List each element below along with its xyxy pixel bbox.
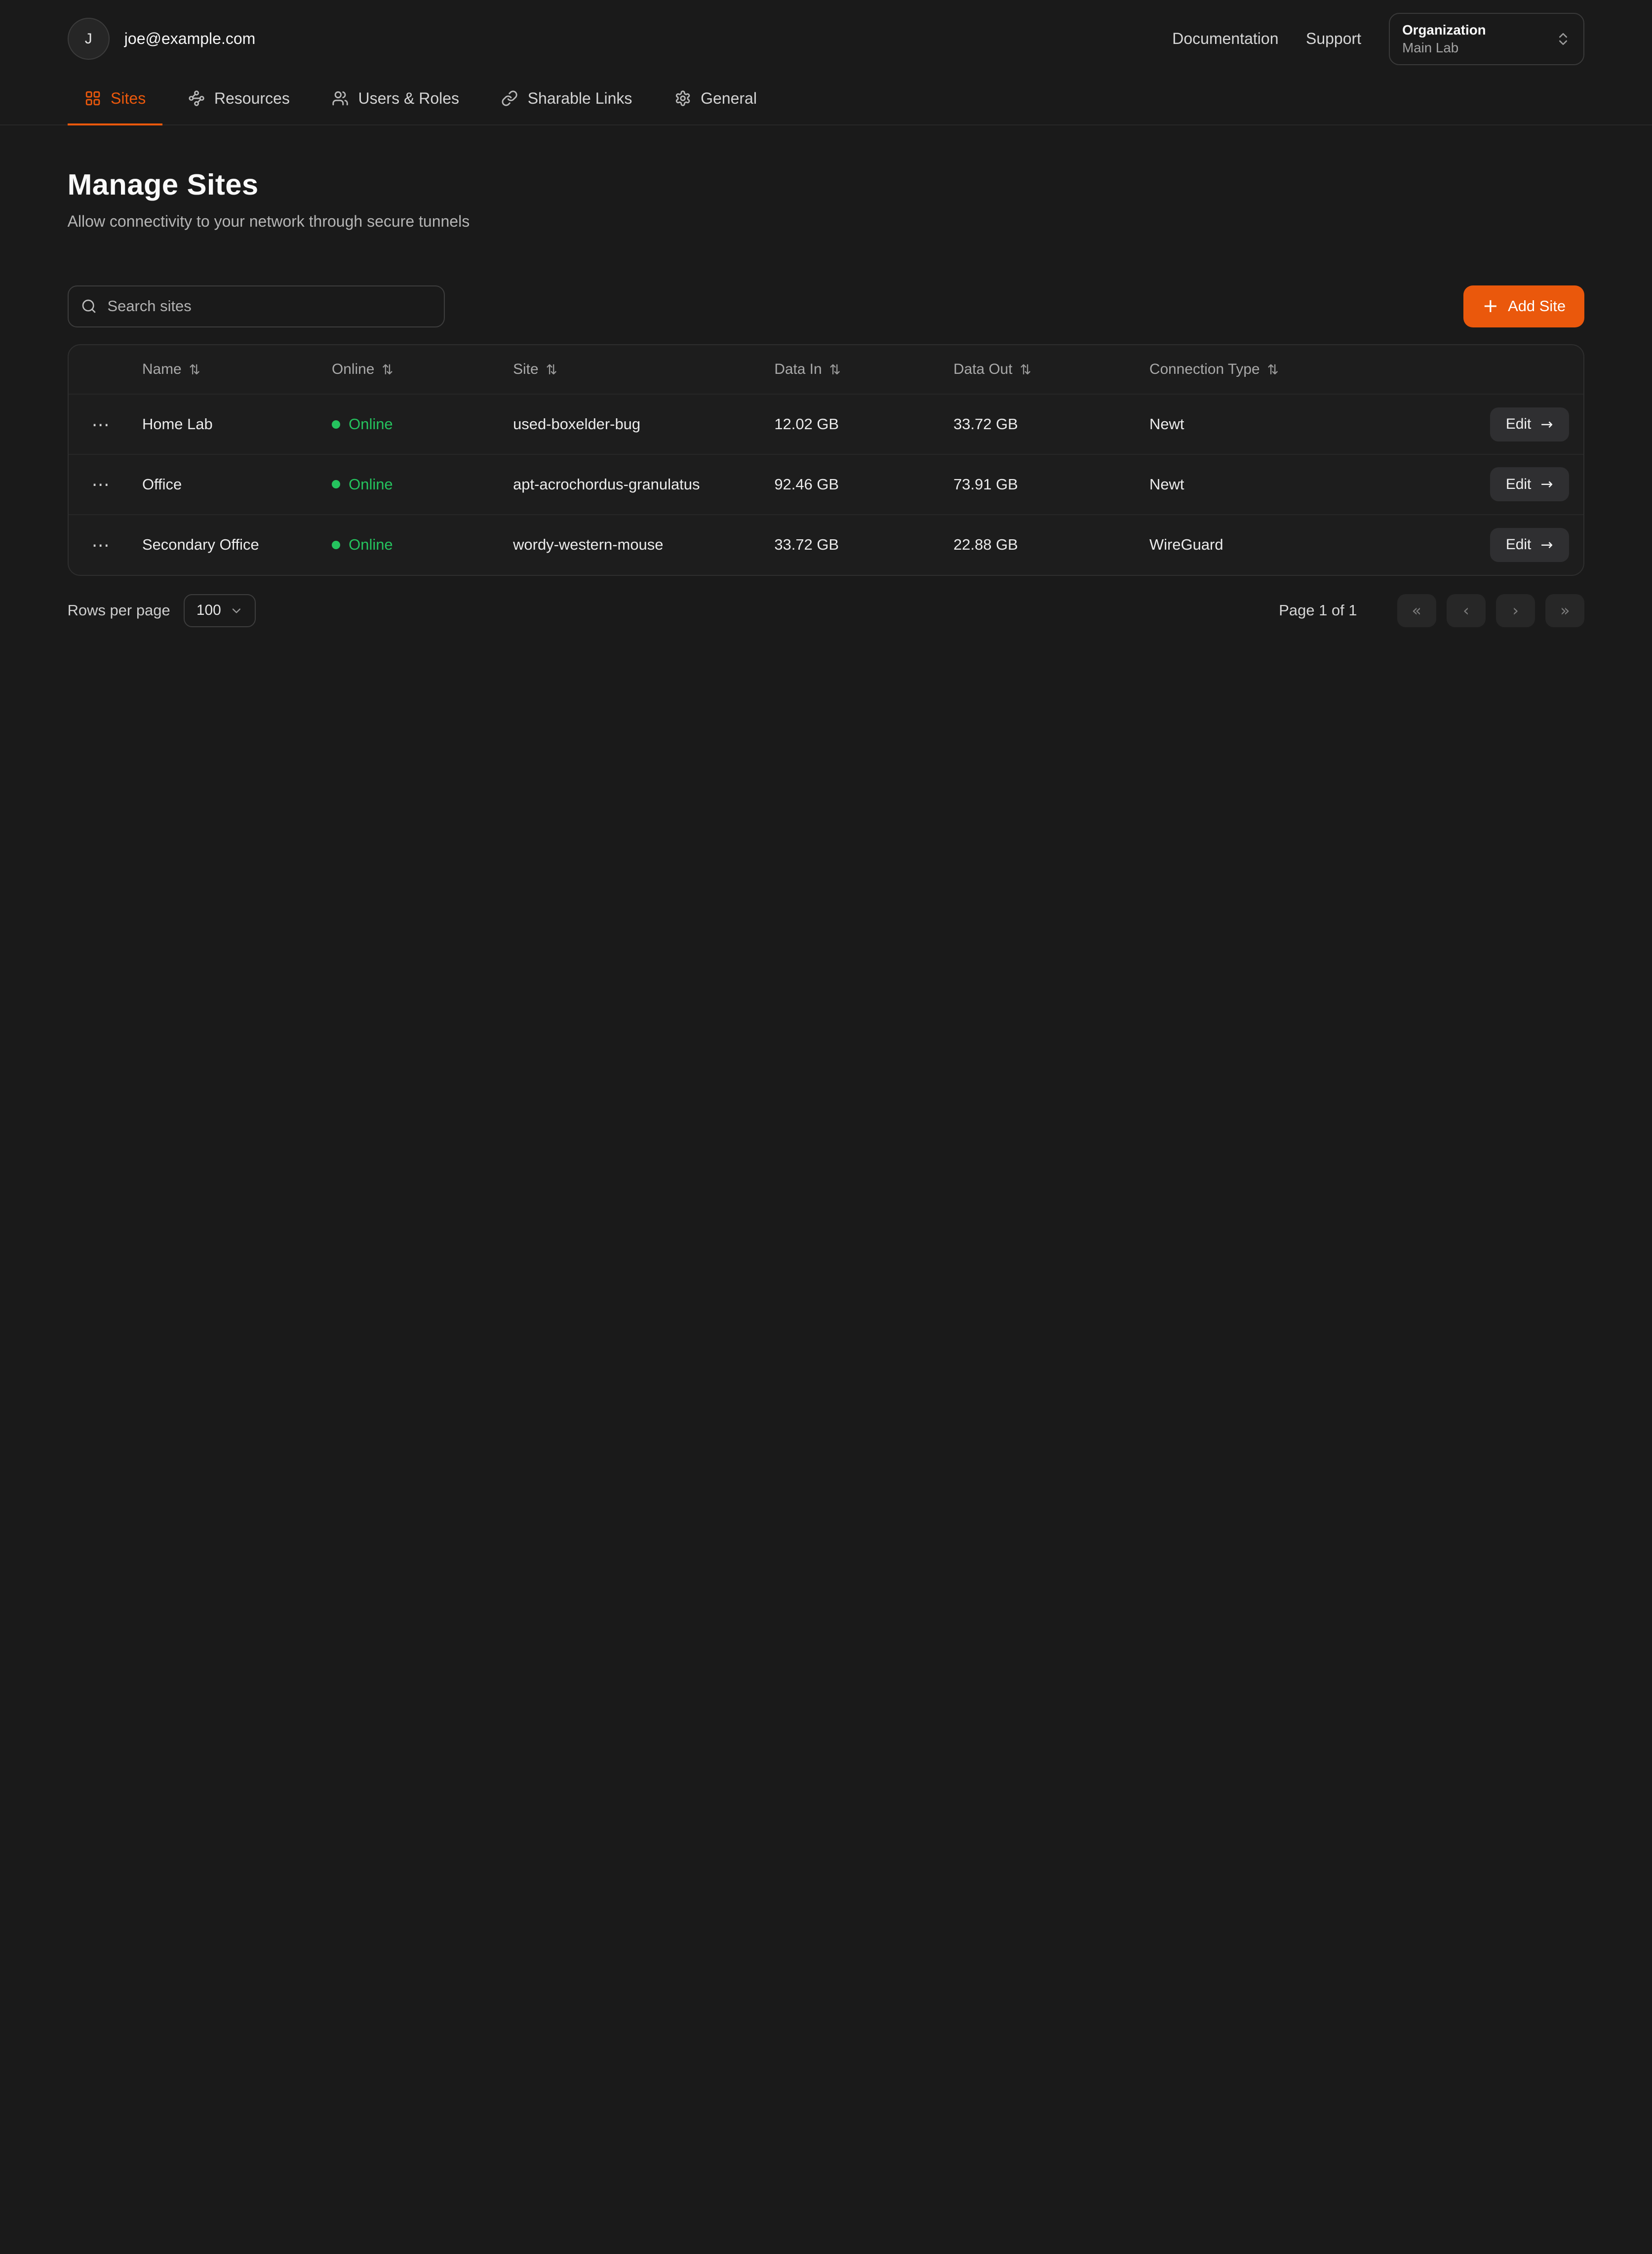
nav-documentation[interactable]: Documentation — [1172, 30, 1278, 48]
table-footer: Rows per page 100 Page 1 of 1 « ‹ › » — [68, 594, 1585, 628]
column-header-connection-type[interactable]: Connection Type ⇅ — [1149, 361, 1398, 378]
site-name: Home Lab — [142, 415, 332, 433]
search-box — [68, 285, 445, 327]
first-page-button[interactable]: « — [1397, 594, 1436, 627]
column-header-site[interactable]: Site ⇅ — [513, 361, 774, 378]
table-header-row: Name ⇅ Online ⇅ Site ⇅ Data In ⇅ Data Ou… — [69, 345, 1584, 395]
tab-resources[interactable]: Resources — [171, 76, 307, 125]
sort-icon[interactable]: ⇅ — [546, 362, 557, 378]
edit-button[interactable]: Edit → — [1490, 528, 1569, 562]
data-in: 12.02 GB — [774, 415, 953, 433]
online-status: Online — [332, 536, 513, 554]
data-out: 73.91 GB — [953, 476, 1149, 493]
tab-resources-label: Resources — [214, 89, 290, 108]
tab-sites-label: Sites — [111, 89, 146, 108]
row-menu-button[interactable]: ⋯ — [83, 529, 119, 561]
users-icon — [332, 90, 349, 107]
page-info: Page 1 of 1 — [1279, 602, 1357, 619]
column-header-data-out[interactable]: Data Out ⇅ — [953, 361, 1149, 378]
top-header: J joe@example.com Documentation Support … — [0, 0, 1652, 76]
row-menu-button[interactable]: ⋯ — [83, 408, 119, 440]
org-selector[interactable]: Organization Main Lab — [1389, 13, 1585, 65]
tab-sharable-links-label: Sharable Links — [528, 89, 632, 108]
next-page-button[interactable]: › — [1496, 594, 1535, 627]
column-header-online[interactable]: Online ⇅ — [332, 361, 513, 378]
org-selector-label: Organization — [1402, 22, 1536, 38]
sort-icon[interactable]: ⇅ — [189, 362, 200, 378]
rows-per-page-select[interactable]: 100 — [184, 594, 256, 628]
connection-type: Newt — [1149, 476, 1398, 493]
site-name: Office — [142, 476, 332, 493]
arrow-right-icon: → — [1541, 416, 1553, 433]
pager: Page 1 of 1 « ‹ › » — [1279, 594, 1584, 627]
table-row: ⋯ Home Lab Online used-boxelder-bug 12.0… — [69, 395, 1584, 455]
sites-table: Name ⇅ Online ⇅ Site ⇅ Data In ⇅ Data Ou… — [68, 344, 1585, 576]
online-status: Online — [332, 415, 513, 433]
site-slug: wordy-western-mouse — [513, 536, 774, 554]
site-slug: apt-acrochordus-granulatus — [513, 476, 774, 493]
tab-general-label: General — [701, 89, 757, 108]
gear-icon — [674, 90, 691, 107]
page-title: Manage Sites — [68, 167, 1585, 201]
sort-icon[interactable]: ⇅ — [1267, 362, 1279, 378]
column-header-name[interactable]: Name ⇅ — [142, 361, 332, 378]
tab-sharable-links[interactable]: Sharable Links — [484, 76, 649, 125]
online-dot — [332, 541, 340, 549]
data-out: 22.88 GB — [953, 536, 1149, 554]
link-icon — [501, 90, 518, 107]
tab-bar: Sites Resources Users & Roles Sharable L… — [0, 76, 1652, 125]
connection-type: WireGuard — [1149, 536, 1398, 554]
toolbar: + Add Site — [68, 285, 1585, 327]
sort-icon[interactable]: ⇅ — [829, 362, 841, 378]
avatar[interactable]: J — [68, 18, 110, 60]
data-out: 33.72 GB — [953, 415, 1149, 433]
column-header-data-in[interactable]: Data In ⇅ — [774, 361, 953, 378]
chevron-down-icon — [230, 604, 243, 618]
add-site-label: Add Site — [1508, 297, 1566, 315]
rows-per-page: Rows per page 100 — [68, 594, 256, 628]
search-icon — [81, 298, 97, 314]
user-cluster: J joe@example.com — [68, 18, 256, 60]
org-selector-value: Main Lab — [1402, 40, 1536, 56]
table-row: ⋯ Office Online apt-acrochordus-granulat… — [69, 455, 1584, 515]
online-dot — [332, 420, 340, 429]
add-site-button[interactable]: + Add Site — [1463, 285, 1584, 327]
tab-general[interactable]: General — [658, 76, 774, 125]
tab-sites[interactable]: Sites — [68, 76, 163, 125]
plus-icon: + — [1483, 297, 1498, 316]
connection-type: Newt — [1149, 415, 1398, 433]
sort-icon[interactable]: ⇅ — [382, 362, 393, 378]
previous-page-button[interactable]: ‹ — [1447, 594, 1486, 627]
user-email: joe@example.com — [124, 30, 255, 48]
site-name: Secondary Office — [142, 536, 332, 554]
edit-button[interactable]: Edit → — [1490, 407, 1569, 442]
table-row: ⋯ Secondary Office Online wordy-western-… — [69, 515, 1584, 575]
nav-support[interactable]: Support — [1306, 30, 1361, 48]
data-in: 92.46 GB — [774, 476, 953, 493]
online-status: Online — [332, 476, 513, 493]
online-dot — [332, 480, 340, 488]
row-menu-button[interactable]: ⋯ — [83, 469, 119, 500]
waypoints-icon — [188, 90, 205, 107]
header-right: Documentation Support Organization Main … — [1172, 13, 1584, 65]
last-page-button[interactable]: » — [1545, 594, 1584, 627]
tab-users-roles-label: Users & Roles — [358, 89, 460, 108]
arrow-right-icon: → — [1541, 476, 1553, 493]
rows-per-page-label: Rows per page — [68, 602, 170, 619]
arrow-right-icon: → — [1541, 536, 1553, 554]
edit-button[interactable]: Edit → — [1490, 467, 1569, 501]
data-in: 33.72 GB — [774, 536, 953, 554]
avatar-initial: J — [85, 31, 92, 47]
chevrons-up-down-icon — [1555, 31, 1571, 47]
main-content: Manage Sites Allow connectivity to your … — [0, 125, 1652, 2254]
page-subtitle: Allow connectivity to your network throu… — [68, 212, 1585, 231]
search-sites-input[interactable] — [107, 297, 431, 315]
tab-users-roles[interactable]: Users & Roles — [315, 76, 476, 125]
grid-icon — [84, 90, 101, 107]
site-slug: used-boxelder-bug — [513, 415, 774, 433]
sort-icon[interactable]: ⇅ — [1020, 362, 1031, 378]
